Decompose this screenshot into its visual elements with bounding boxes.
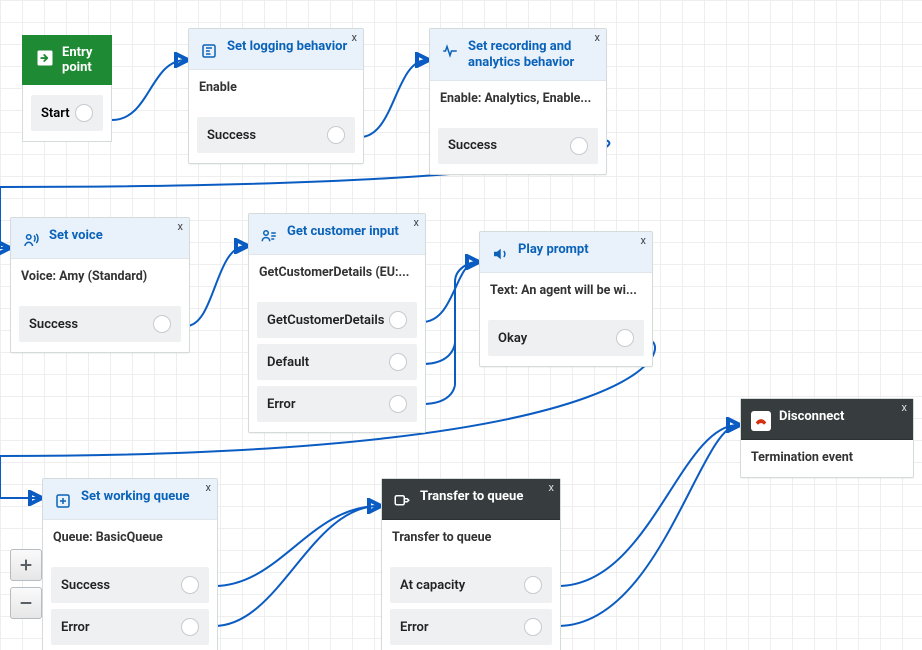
node-summary: GetCustomerDetails (EU:... — [249, 255, 425, 292]
out-label: At capacity — [400, 578, 465, 593]
disconnect-icon — [751, 411, 771, 431]
out-label: Okay — [498, 331, 527, 346]
node-title: Set working queue — [81, 489, 190, 505]
node-title: Set voice — [49, 228, 103, 244]
node-summary: Termination event — [741, 440, 913, 477]
transfer-icon — [392, 491, 412, 511]
out-getcustomerdetails[interactable]: GetCustomerDetails — [257, 302, 417, 338]
node-title: Get customer input — [287, 224, 399, 240]
connector-port[interactable] — [153, 315, 171, 333]
out-error[interactable]: Error — [51, 609, 209, 645]
out-label: GetCustomerDetails — [267, 313, 384, 328]
queue-icon — [53, 491, 73, 511]
zoom-in-button[interactable] — [10, 549, 42, 581]
node-summary: Enable — [189, 70, 363, 107]
out-label: Error — [400, 620, 429, 635]
close-icon[interactable]: x — [641, 234, 646, 247]
node-get-customer-input[interactable]: x Get customer input GetCustomerDetails … — [248, 213, 426, 433]
out-error[interactable]: Error — [257, 386, 417, 422]
connector-port[interactable] — [524, 576, 542, 594]
close-icon[interactable]: x — [352, 31, 357, 44]
zoom-controls — [10, 549, 42, 619]
connector-port[interactable] — [75, 104, 93, 122]
play-prompt-icon — [490, 244, 510, 264]
node-set-working-queue[interactable]: x Set working queue Queue: BasicQueue Su… — [42, 478, 218, 650]
close-icon[interactable]: x — [206, 481, 211, 494]
node-title: Set logging behavior — [227, 39, 347, 55]
flow-canvas[interactable]: Entry point Start x Set logging behavior… — [0, 0, 922, 650]
out-success[interactable]: Success — [19, 306, 181, 342]
out-error[interactable]: Error — [390, 609, 552, 645]
node-set-voice[interactable]: x Set voice Voice: Amy (Standard) Succes… — [10, 217, 190, 353]
out-success[interactable]: Success — [438, 128, 598, 164]
connector-port[interactable] — [327, 126, 345, 144]
out-success[interactable]: Success — [51, 567, 209, 603]
connector-port[interactable] — [181, 576, 199, 594]
close-icon[interactable]: x — [549, 481, 554, 494]
connector-port[interactable] — [181, 618, 199, 636]
out-label: Success — [29, 317, 78, 332]
node-set-logging-behavior[interactable]: x Set logging behavior Enable Success — [188, 28, 364, 164]
analytics-icon — [440, 41, 460, 61]
connector-port[interactable] — [616, 329, 634, 347]
connector-port[interactable] — [524, 618, 542, 636]
node-summary: Enable: Analytics, Enable... — [430, 81, 606, 118]
out-success[interactable]: Success — [197, 117, 355, 153]
node-transfer-to-queue[interactable]: x Transfer to queue Transfer to queue At… — [381, 478, 561, 650]
out-start[interactable]: Start — [31, 95, 103, 131]
out-label: Error — [267, 397, 296, 412]
out-label: Start — [41, 106, 70, 121]
out-default[interactable]: Default — [257, 344, 417, 380]
out-label: Error — [61, 620, 90, 635]
node-summary: Text: An agent will be wi... — [480, 273, 652, 310]
node-summary: Queue: BasicQueue — [43, 520, 217, 557]
node-summary: Transfer to queue — [382, 520, 560, 557]
node-title: Play prompt — [518, 242, 589, 258]
close-icon[interactable]: x — [178, 220, 183, 233]
customer-input-icon — [259, 226, 279, 246]
connector-port[interactable] — [389, 353, 407, 371]
entry-icon — [36, 49, 54, 71]
node-play-prompt[interactable]: x Play prompt Text: An agent will be wi.… — [479, 231, 653, 367]
logging-icon — [199, 41, 219, 61]
node-title: Disconnect — [779, 409, 844, 425]
out-label: Success — [448, 138, 497, 153]
node-title: Set recording and analytics behavior — [468, 39, 594, 72]
node-set-recording-analytics[interactable]: x Set recording and analytics behavior E… — [429, 28, 607, 175]
zoom-out-button[interactable] — [10, 587, 42, 619]
out-label: Success — [207, 128, 256, 143]
node-disconnect[interactable]: x Disconnect Termination event — [740, 398, 914, 478]
close-icon[interactable]: x — [595, 31, 600, 44]
out-okay[interactable]: Okay — [488, 320, 644, 356]
out-label: Success — [61, 578, 110, 593]
node-title: Entry point — [62, 45, 98, 75]
node-title: Transfer to queue — [420, 489, 523, 505]
close-icon[interactable]: x — [902, 401, 907, 414]
connector-port[interactable] — [389, 311, 407, 329]
node-summary: Voice: Amy (Standard) — [11, 259, 189, 296]
connector-port[interactable] — [389, 395, 407, 413]
out-at-capacity[interactable]: At capacity — [390, 567, 552, 603]
connector-port[interactable] — [570, 137, 588, 155]
out-label: Default — [267, 355, 309, 370]
voice-icon — [21, 230, 41, 250]
close-icon[interactable]: x — [414, 216, 419, 229]
node-entry-point[interactable]: Entry point Start — [22, 35, 112, 142]
